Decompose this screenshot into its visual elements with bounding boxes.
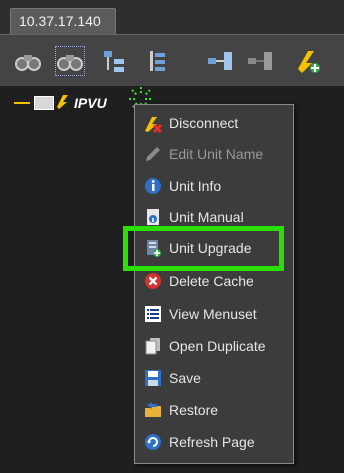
list-icon bbox=[143, 304, 163, 324]
unit-icon bbox=[34, 96, 54, 110]
tree-expand-icon[interactable] bbox=[100, 47, 128, 75]
binoculars-icon[interactable] bbox=[14, 47, 42, 75]
add-unit-icon[interactable] bbox=[294, 47, 322, 75]
menu-item-edit-unit-name: Edit Unit Name bbox=[135, 139, 293, 169]
tree-connector bbox=[14, 102, 30, 104]
disconnect-network-icon[interactable] bbox=[246, 47, 274, 75]
delete-icon bbox=[143, 271, 163, 291]
menu-item-unit-info[interactable]: Unit Info bbox=[135, 171, 293, 201]
highlight-box bbox=[123, 226, 284, 271]
connect-network-icon[interactable] bbox=[206, 47, 234, 75]
disconnect-icon bbox=[143, 113, 163, 133]
pencil-icon bbox=[143, 144, 163, 164]
tab-bar: 10.37.17.140 bbox=[0, 0, 344, 34]
toolbar bbox=[0, 34, 344, 87]
menu-item-restore[interactable]: Restore bbox=[135, 395, 293, 425]
binoculars-selected-icon[interactable] bbox=[55, 46, 85, 76]
manual-icon bbox=[143, 207, 163, 227]
menu-item-refresh-page[interactable]: Refresh Page bbox=[135, 427, 293, 457]
tree-collapse-icon[interactable] bbox=[144, 47, 172, 75]
restore-icon bbox=[143, 400, 163, 420]
tree-node-ipvu[interactable]: IPVU bbox=[14, 93, 107, 113]
info-icon bbox=[143, 176, 163, 196]
menu-item-save[interactable]: Save bbox=[135, 363, 293, 393]
menu-item-view-menuset[interactable]: View Menuset bbox=[135, 299, 293, 329]
save-icon bbox=[143, 368, 163, 388]
menu-item-open-duplicate[interactable]: Open Duplicate bbox=[135, 331, 293, 361]
context-menu: Disconnect Edit Unit Name Unit Info Unit… bbox=[134, 104, 294, 464]
menu-item-disconnect[interactable]: Disconnect bbox=[135, 108, 293, 138]
tab-device[interactable]: 10.37.17.140 bbox=[10, 8, 116, 34]
tree-node-label: IPVU bbox=[74, 95, 107, 111]
lightning-icon bbox=[56, 93, 70, 114]
duplicate-icon bbox=[143, 336, 163, 356]
refresh-icon bbox=[143, 432, 163, 452]
